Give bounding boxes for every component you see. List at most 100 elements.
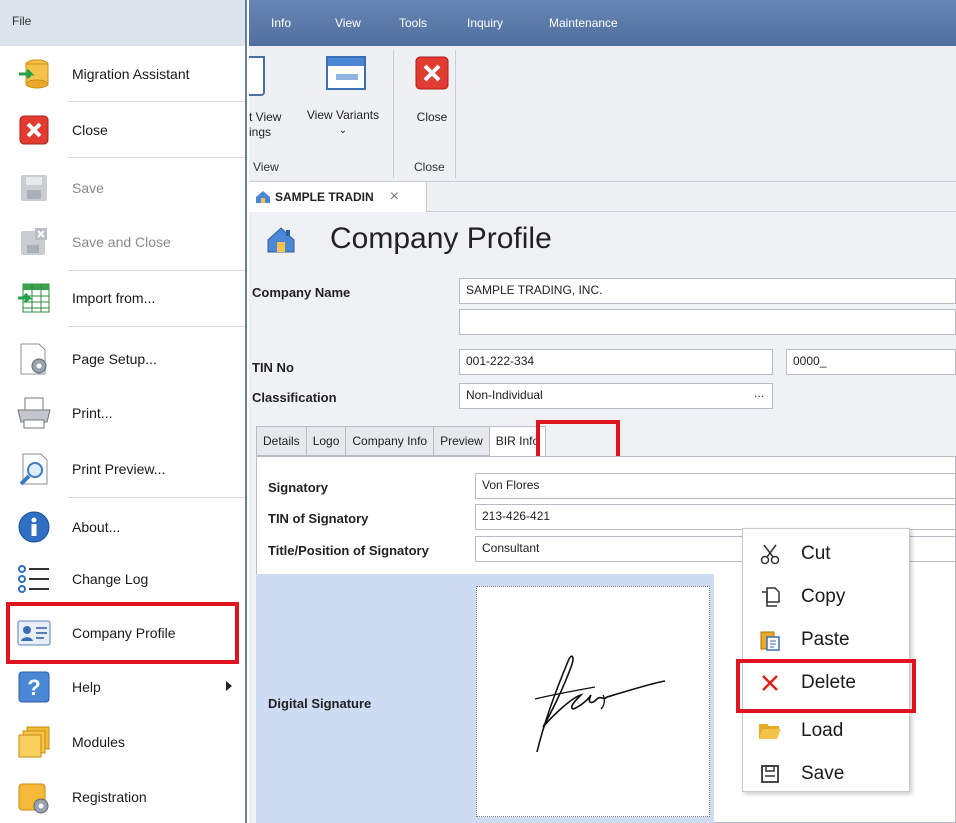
list-icon bbox=[16, 561, 52, 597]
company-name-input[interactable]: SAMPLE TRADING, INC. bbox=[459, 278, 956, 304]
tab-company-info[interactable]: Company Info bbox=[345, 426, 435, 456]
menu-item-label: Help bbox=[72, 679, 101, 695]
document-tab[interactable]: SAMPLE TRADIN × bbox=[249, 182, 427, 212]
context-item-copy[interactable]: Copy bbox=[743, 576, 911, 618]
profile-tabs: Details Logo Company Info Preview BIR In… bbox=[256, 426, 547, 456]
top-menu-bar: Info View Tools Inquiry Maintenance bbox=[249, 0, 956, 46]
context-item-label: Load bbox=[801, 720, 844, 741]
context-menu-separator bbox=[800, 712, 908, 713]
context-menu: Cut Copy Paste Delete Load Save bbox=[742, 528, 910, 792]
view-variants-label: View Variants ⌄ bbox=[306, 108, 380, 136]
menu-item-page-setup[interactable]: Page Setup... bbox=[0, 337, 245, 381]
context-item-cut[interactable]: Cut bbox=[743, 533, 911, 575]
info-icon bbox=[16, 509, 52, 545]
company-house-icon bbox=[267, 227, 295, 253]
menu-item-print[interactable]: Print... bbox=[0, 391, 245, 435]
company-name-2-input[interactable] bbox=[459, 309, 956, 335]
paste-icon bbox=[755, 629, 785, 651]
menu-item-save[interactable]: Save bbox=[0, 166, 245, 210]
menu-item-label: Company Profile bbox=[72, 625, 176, 641]
svg-text:?: ? bbox=[27, 675, 40, 700]
close-icon bbox=[415, 56, 449, 90]
menu-item-migration-assistant[interactable]: Migration Assistant bbox=[0, 52, 245, 96]
context-item-paste[interactable]: Paste bbox=[743, 619, 911, 661]
close-tab-icon[interactable]: × bbox=[390, 188, 399, 206]
tin-label: TIN No bbox=[252, 360, 294, 375]
menu-item-label: Import from... bbox=[72, 290, 156, 306]
menu-item-import-from[interactable]: Import from... bbox=[0, 276, 245, 320]
save-icon bbox=[755, 764, 785, 784]
menu-item-label: Print Preview... bbox=[72, 461, 166, 477]
tin-signatory-label: TIN of Signatory bbox=[268, 511, 369, 526]
context-item-label: Save bbox=[801, 763, 845, 784]
tab-tools[interactable]: Tools bbox=[399, 16, 427, 30]
tab-maintenance[interactable]: Maintenance bbox=[549, 16, 618, 30]
tab-info[interactable]: Info bbox=[271, 16, 291, 30]
view-settings-label: t View ings bbox=[249, 110, 282, 139]
menu-item-modules[interactable]: Modules bbox=[0, 720, 245, 764]
menu-item-label: Registration bbox=[72, 789, 147, 805]
menu-item-help[interactable]: ? Help bbox=[0, 665, 245, 709]
menu-item-label: Save and Close bbox=[72, 234, 171, 250]
menu-item-label: Save bbox=[72, 180, 104, 196]
tab-inquiry[interactable]: Inquiry bbox=[467, 16, 503, 30]
scissors-icon bbox=[755, 543, 785, 565]
menu-item-registration[interactable]: Registration bbox=[0, 775, 245, 819]
menu-item-label: Migration Assistant bbox=[72, 66, 190, 82]
delete-x-icon bbox=[755, 673, 785, 693]
classification-field[interactable]: Non-Individual ... bbox=[459, 383, 773, 409]
tab-view[interactable]: View bbox=[335, 16, 361, 30]
menu-item-company-profile[interactable]: Company Profile bbox=[0, 611, 245, 655]
folder-open-icon bbox=[755, 721, 785, 741]
context-item-delete[interactable]: Delete bbox=[743, 662, 911, 704]
view-variants-icon bbox=[326, 56, 366, 90]
view-settings-icon bbox=[249, 56, 265, 96]
file-menu-header[interactable]: File bbox=[0, 0, 245, 46]
document-tab-label: SAMPLE TRADIN bbox=[275, 190, 374, 204]
tab-logo[interactable]: Logo bbox=[305, 426, 347, 456]
context-item-label: Cut bbox=[801, 543, 831, 564]
company-house-icon bbox=[256, 191, 270, 203]
signatory-input[interactable]: Von Flores bbox=[475, 473, 956, 499]
view-settings-button[interactable] bbox=[249, 56, 269, 96]
ribbon-group-close: Close bbox=[414, 160, 445, 174]
signature-image bbox=[534, 655, 666, 753]
company-profile-icon bbox=[16, 615, 52, 651]
tin-input[interactable]: 001-222-334 bbox=[459, 349, 773, 375]
context-item-save[interactable]: Save bbox=[743, 753, 911, 795]
context-item-load[interactable]: Load bbox=[743, 710, 911, 752]
registration-icon bbox=[16, 779, 52, 815]
ribbon-close-button[interactable] bbox=[414, 56, 450, 93]
context-item-label: Copy bbox=[801, 586, 846, 607]
modules-icon bbox=[16, 724, 52, 760]
menu-item-save-and-close[interactable]: Save and Close bbox=[0, 220, 245, 264]
menu-item-label: Print... bbox=[72, 405, 113, 421]
digital-signature-label: Digital Signature bbox=[268, 696, 372, 711]
page-title: Company Profile bbox=[330, 222, 552, 255]
menu-item-about[interactable]: About... bbox=[0, 505, 245, 549]
classification-label: Classification bbox=[252, 390, 337, 405]
tab-details[interactable]: Details bbox=[256, 426, 307, 456]
ellipsis-button[interactable]: ... bbox=[754, 386, 764, 400]
menu-item-print-preview[interactable]: Print Preview... bbox=[0, 447, 245, 491]
printer-icon bbox=[16, 395, 52, 431]
view-variants-button[interactable] bbox=[318, 56, 374, 93]
signatory-label: Signatory bbox=[268, 480, 328, 495]
document-tab-strip: SAMPLE TRADIN × bbox=[249, 182, 956, 212]
menu-item-label: Close bbox=[72, 122, 108, 138]
tab-preview[interactable]: Preview bbox=[433, 426, 490, 456]
help-icon: ? bbox=[16, 669, 52, 705]
tin-signatory-input[interactable]: 213-426-421 bbox=[475, 504, 956, 530]
menu-item-close[interactable]: Close bbox=[0, 108, 245, 152]
copy-icon bbox=[755, 586, 785, 608]
menu-item-label: About... bbox=[72, 519, 121, 535]
print-preview-icon bbox=[16, 451, 52, 487]
import-spreadsheet-icon bbox=[16, 280, 52, 316]
submenu-arrow-icon bbox=[226, 681, 232, 691]
digital-signature-image-box[interactable] bbox=[476, 586, 710, 817]
context-item-label: Paste bbox=[801, 629, 850, 650]
menu-item-label: Modules bbox=[72, 734, 125, 750]
tab-bir-info[interactable]: BIR Info bbox=[488, 426, 547, 456]
menu-item-change-log[interactable]: Change Log bbox=[0, 557, 245, 601]
tin-branch-input[interactable]: 0000_ bbox=[786, 349, 956, 375]
